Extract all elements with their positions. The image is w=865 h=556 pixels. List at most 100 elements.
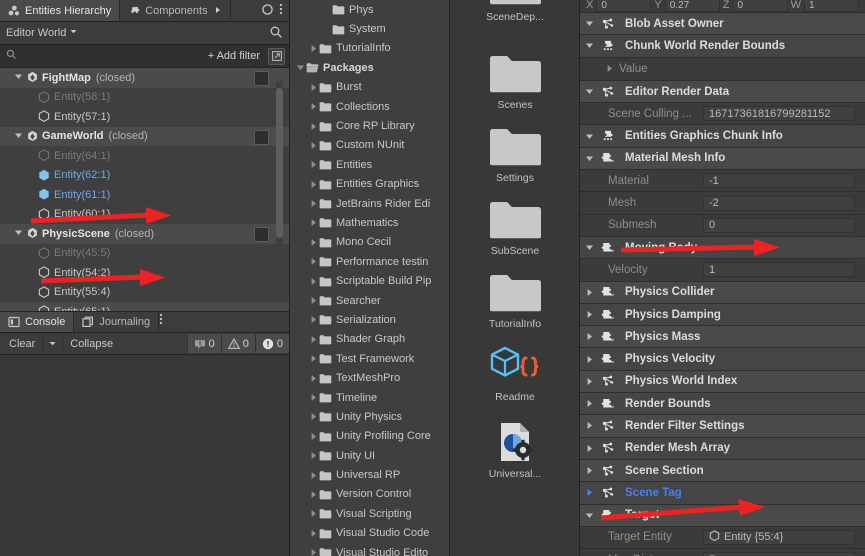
foldout-triangle-icon[interactable] xyxy=(602,64,616,73)
hierarchy-entity-row[interactable]: Entity(57:1) xyxy=(0,107,289,127)
message-counter[interactable]: 0 xyxy=(186,334,221,353)
warning-counter[interactable]: 0 xyxy=(220,334,255,353)
foldout-triangle-icon[interactable] xyxy=(14,72,25,83)
component-foldout-icon[interactable] xyxy=(580,19,598,28)
project-tree-row[interactable]: Test Framework xyxy=(290,349,449,368)
hierarchy-scene-row[interactable]: GameWorld (closed) xyxy=(0,126,289,146)
component-header[interactable]: Scene Tag xyxy=(580,482,865,505)
component-header[interactable]: Physics Mass xyxy=(580,326,865,349)
foldout-triangle-icon[interactable] xyxy=(307,508,319,520)
component-header[interactable]: Physics World Index xyxy=(580,370,865,394)
component-header[interactable]: Render Filter Settings xyxy=(580,415,865,438)
lock-circle-icon[interactable] xyxy=(261,3,274,19)
project-tree-row[interactable]: Performance testin xyxy=(290,252,449,271)
foldout-triangle-icon[interactable] xyxy=(307,411,319,423)
foldout-triangle-icon[interactable] xyxy=(307,450,319,462)
field-value-input[interactable]: 0 xyxy=(703,217,855,233)
project-tree-row[interactable]: Burst xyxy=(290,78,449,97)
project-tree-row[interactable]: System xyxy=(290,19,449,38)
asset-grid-item[interactable]: SceneDep... xyxy=(450,0,579,23)
field-value-input[interactable]: -1 xyxy=(703,173,855,189)
component-foldout-icon[interactable] xyxy=(580,355,598,364)
field-value-input[interactable]: 1 xyxy=(703,262,855,278)
component-field-foldout[interactable]: Value xyxy=(580,57,865,81)
hierarchy-entity-row[interactable]: Entity(64:1) xyxy=(0,146,289,166)
foldout-triangle-icon[interactable] xyxy=(307,178,319,190)
foldout-triangle-icon[interactable] xyxy=(307,42,319,54)
foldout-triangle-icon[interactable] xyxy=(14,131,25,142)
foldout-triangle-icon[interactable] xyxy=(307,256,319,268)
console-menu-kebab-icon[interactable] xyxy=(159,313,163,329)
field-value-input[interactable]: 16717361816799281152 xyxy=(703,106,855,122)
hierarchy-entity-row[interactable]: Entity(62:1) xyxy=(0,166,289,186)
entities-hierarchy-tree[interactable]: FightMap (closed) Entity(58:1) Entity(57:1)… xyxy=(0,68,289,311)
hierarchy-entity-row[interactable]: Entity(61:1) xyxy=(0,185,289,205)
foldout-triangle-icon[interactable] xyxy=(307,547,319,556)
project-tree-row[interactable]: Visual Studio Edito xyxy=(290,543,449,556)
foldout-triangle-icon[interactable] xyxy=(307,275,319,287)
component-foldout-icon[interactable] xyxy=(580,132,598,141)
component-header[interactable]: Render Mesh Array xyxy=(580,437,865,460)
foldout-triangle-icon[interactable] xyxy=(307,101,319,113)
foldout-triangle-icon[interactable] xyxy=(307,81,319,93)
project-tree-row[interactable]: Phys xyxy=(290,0,449,19)
hierarchy-entity-row[interactable]: Entity(65:1) xyxy=(0,302,289,311)
project-tree-row[interactable]: Unity Profiling Core xyxy=(290,427,449,446)
search-input[interactable] xyxy=(21,47,204,65)
project-tree-row[interactable]: TextMeshPro xyxy=(290,368,449,387)
tab-menu-kebab-icon[interactable] xyxy=(279,2,283,19)
hierarchy-entity-row[interactable]: Entity(58:1) xyxy=(0,88,289,108)
chevron-down-icon[interactable] xyxy=(69,27,78,39)
project-tree-row[interactable]: Core RP Library xyxy=(290,116,449,135)
project-tree-row[interactable]: Scriptable Build Pip xyxy=(290,271,449,290)
asset-grid-item[interactable]: TutorialInfo xyxy=(450,269,579,330)
project-tree-row[interactable]: JetBrains Rider Edi xyxy=(290,194,449,213)
component-header[interactable]: Render Bounds xyxy=(580,393,865,416)
tab-overflow-arrow-icon[interactable] xyxy=(214,5,222,17)
vector-axis-input[interactable]: 0 xyxy=(596,0,652,12)
entity-reference-field[interactable]: Entity {55:4} xyxy=(703,529,855,545)
component-header[interactable]: Chunk World Render Bounds xyxy=(580,35,865,58)
console-log-area[interactable] xyxy=(0,355,289,556)
component-foldout-icon[interactable] xyxy=(580,466,598,475)
clear-button[interactable]: Clear xyxy=(2,335,42,352)
add-filter-button[interactable]: + Add filter xyxy=(208,50,264,62)
component-header[interactable]: Moving Body xyxy=(580,236,865,260)
project-tree-row[interactable]: TutorialInfo xyxy=(290,39,449,58)
world-selector-label[interactable]: Editor World xyxy=(6,27,66,39)
project-tree-row[interactable]: Visual Scripting xyxy=(290,504,449,523)
clear-dropdown-icon[interactable] xyxy=(43,335,62,352)
foldout-triangle-icon[interactable] xyxy=(307,372,319,384)
component-foldout-icon[interactable] xyxy=(580,399,598,408)
asset-grid-item[interactable]: SubScene xyxy=(450,196,579,257)
foldout-triangle-icon[interactable] xyxy=(307,469,319,481)
component-foldout-icon[interactable] xyxy=(580,41,598,50)
component-header[interactable]: Physics Damping xyxy=(580,303,865,327)
component-foldout-icon[interactable] xyxy=(580,154,598,163)
tab-components[interactable]: Components xyxy=(120,0,231,21)
project-tree-row[interactable]: Version Control xyxy=(290,485,449,504)
component-foldout-icon[interactable] xyxy=(580,444,598,453)
foldout-triangle-icon[interactable] xyxy=(307,236,319,248)
foldout-triangle-icon[interactable] xyxy=(307,295,319,307)
project-tree-row[interactable]: Entities Graphics xyxy=(290,175,449,194)
project-tree-row[interactable]: Unity Physics xyxy=(290,407,449,426)
component-foldout-icon[interactable] xyxy=(580,243,598,252)
vector-axis-input[interactable]: 0.27 xyxy=(664,0,720,12)
component-header[interactable]: Scene Section xyxy=(580,459,865,483)
foldout-triangle-icon[interactable] xyxy=(307,198,319,210)
tab-entities-hierarchy[interactable]: Entities Hierarchy xyxy=(0,0,121,21)
foldout-triangle-icon[interactable] xyxy=(307,333,319,345)
project-tree-row[interactable]: Packages xyxy=(290,58,449,77)
tab-journaling[interactable]: Journaling xyxy=(74,312,160,332)
field-value-input[interactable]: -2 xyxy=(703,195,855,211)
asset-grid-item[interactable]: Readme xyxy=(450,342,579,403)
collapse-button[interactable]: Collapse xyxy=(63,335,120,352)
foldout-triangle-icon[interactable] xyxy=(307,392,319,404)
foldout-triangle-icon[interactable] xyxy=(307,139,319,151)
scene-color-swatch[interactable] xyxy=(254,129,269,145)
component-foldout-icon[interactable] xyxy=(580,421,598,430)
asset-grid-item[interactable]: Settings xyxy=(450,123,579,184)
foldout-triangle-icon[interactable] xyxy=(307,159,319,171)
component-foldout-icon[interactable] xyxy=(580,288,598,297)
